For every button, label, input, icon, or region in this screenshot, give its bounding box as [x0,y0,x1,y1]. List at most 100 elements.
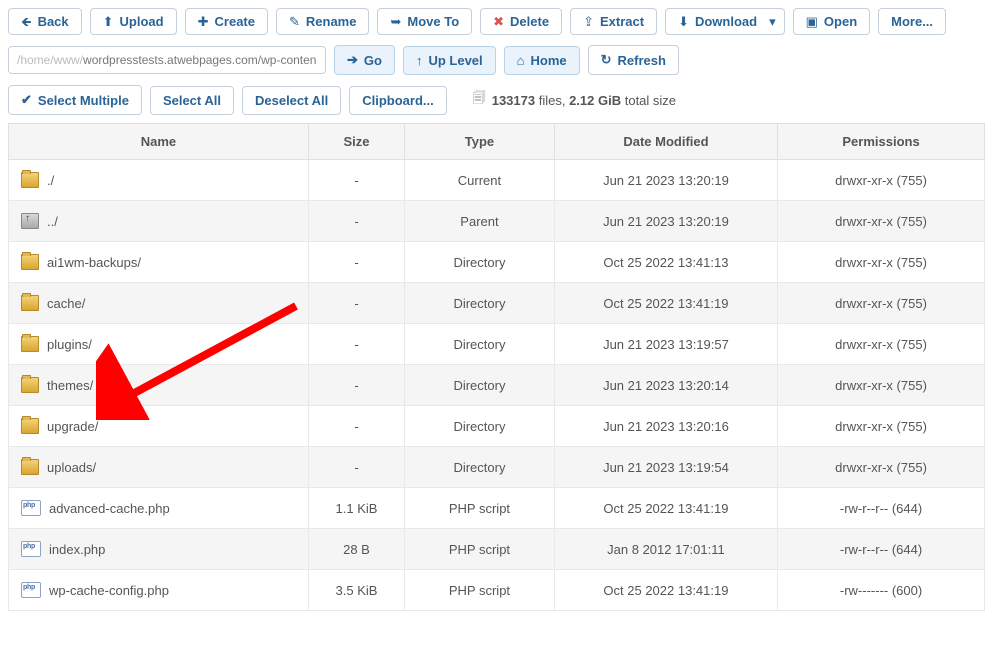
header-permissions[interactable]: Permissions [778,124,985,160]
cell-size: 3.5 KiB [308,570,404,611]
cell-type: PHP script [405,529,555,570]
download-button[interactable]: ⬇Download [665,8,770,35]
cell-size: - [308,365,404,406]
table-row[interactable]: index.php28 BPHP scriptJan 8 2012 17:01:… [9,529,985,570]
uplevel-label: Up Level [428,53,482,68]
open-button[interactable]: ▣Open [793,8,871,35]
move-button[interactable]: ➥Move To [377,8,472,35]
cell-date: Oct 25 2022 13:41:19 [554,570,777,611]
cell-name[interactable]: ../ [9,201,309,242]
refresh-label: Refresh [618,53,666,68]
path-prefix: /home/www/ [17,53,83,67]
cell-size: - [308,160,404,201]
download-label: Download [695,15,757,28]
cell-name[interactable]: index.php [9,529,309,570]
go-button[interactable]: ➔ Go [334,45,395,75]
cell-permissions: drwxr-xr-x (755) [778,201,985,242]
uplevel-button[interactable]: ↑ Up Level [403,46,496,75]
cell-type: Directory [405,406,555,447]
file-name: uploads/ [47,460,96,475]
delete-button[interactable]: ✖Delete [480,8,562,35]
table-row[interactable]: wp-cache-config.php3.5 KiBPHP scriptOct … [9,570,985,611]
file-count: 133173 [492,93,535,108]
cell-permissions: drwxr-xr-x (755) [778,160,985,201]
rename-button[interactable]: ✎Rename [276,8,369,35]
arrow-up-icon: ↑ [416,53,423,68]
table-row[interactable]: ai1wm-backups/-DirectoryOct 25 2022 13:4… [9,242,985,283]
upload-button[interactable]: ⬆ Upload [90,8,177,35]
refresh-button[interactable]: ↻ Refresh [588,45,679,75]
extract-button[interactable]: ⇪Extract [570,8,657,35]
cell-date: Oct 25 2022 13:41:13 [554,242,777,283]
extract-label: Extract [600,15,644,28]
home-button[interactable]: ⌂Home [504,46,580,75]
table-row[interactable]: ./-CurrentJun 21 2023 13:20:19drwxr-xr-x… [9,160,985,201]
folder-icon [21,418,39,434]
file-name: ./ [47,173,54,188]
cell-date: Jun 21 2023 13:19:57 [554,324,777,365]
move-icon: ➥ [390,15,401,28]
table-row[interactable]: uploads/-DirectoryJun 21 2023 13:19:54dr… [9,447,985,488]
rename-label: Rename [306,15,357,28]
table-row[interactable]: ../-ParentJun 21 2023 13:20:19drwxr-xr-x… [9,201,985,242]
cell-type: Directory [405,283,555,324]
header-type[interactable]: Type [405,124,555,160]
upload-label: Upload [120,15,164,28]
create-button[interactable]: ✚Create [185,8,268,35]
cell-type: Current [405,160,555,201]
clipboard-label: Clipboard... [362,93,434,108]
folder-icon [21,254,39,270]
php-file-icon [21,582,41,598]
folder-icon [21,336,39,352]
more-button[interactable]: More... [878,8,946,35]
cell-permissions: drwxr-xr-x (755) [778,283,985,324]
go-label: Go [364,53,382,68]
download-dropdown-button[interactable]: ▾ [761,8,785,35]
header-name[interactable]: Name [9,124,309,160]
cell-name[interactable]: wp-cache-config.php [9,570,309,611]
cell-size: - [308,283,404,324]
php-file-icon [21,500,41,516]
cell-name[interactable]: ./ [9,160,309,201]
total-size: 2.12 GiB [569,93,621,108]
deselect-all-button[interactable]: Deselect All [242,86,341,115]
cell-size: - [308,324,404,365]
cell-type: Directory [405,365,555,406]
cell-type: Directory [405,324,555,365]
cell-date: Oct 25 2022 13:41:19 [554,283,777,324]
back-button[interactable]: 🡸Back [8,8,82,35]
more-label: More... [891,15,933,28]
cell-permissions: drwxr-xr-x (755) [778,447,985,488]
file-name: advanced-cache.php [49,501,170,516]
stack-icon: 🗐 [473,89,486,111]
file-name: plugins/ [47,337,92,352]
clipboard-button[interactable]: Clipboard... [349,86,447,115]
cell-date: Jun 21 2023 13:20:19 [554,201,777,242]
cell-date: Jun 21 2023 13:20:14 [554,365,777,406]
cell-name[interactable]: advanced-cache.php [9,488,309,529]
select-all-button[interactable]: Select All [150,86,234,115]
cell-date: Oct 25 2022 13:41:19 [554,488,777,529]
folder-up-icon [21,213,39,229]
arrow-right-icon: ➔ [347,52,358,68]
path-input[interactable]: /home/www/wordpresstests.atwebpages.com/… [8,46,326,74]
file-name: cache/ [47,296,85,311]
cell-date: Jun 21 2023 13:19:54 [554,447,777,488]
refresh-icon: ↻ [601,52,612,68]
open-icon: ▣ [806,15,818,28]
back-label: Back [38,15,69,28]
table-row[interactable]: advanced-cache.php1.1 KiBPHP scriptOct 2… [9,488,985,529]
file-name: themes/ [47,378,93,393]
plus-icon: ✚ [198,15,209,28]
folder-icon [21,377,39,393]
header-size[interactable]: Size [308,124,404,160]
cell-name[interactable]: ai1wm-backups/ [9,242,309,283]
cell-name[interactable]: uploads/ [9,447,309,488]
header-date[interactable]: Date Modified [554,124,777,160]
deselect-all-label: Deselect All [255,93,328,108]
delete-label: Delete [510,15,549,28]
cell-size: - [308,201,404,242]
cell-permissions: -rw-r--r-- (644) [778,529,985,570]
select-multiple-button[interactable]: ✔Select Multiple [8,85,142,115]
upload-icon: ⬆ [103,15,114,28]
